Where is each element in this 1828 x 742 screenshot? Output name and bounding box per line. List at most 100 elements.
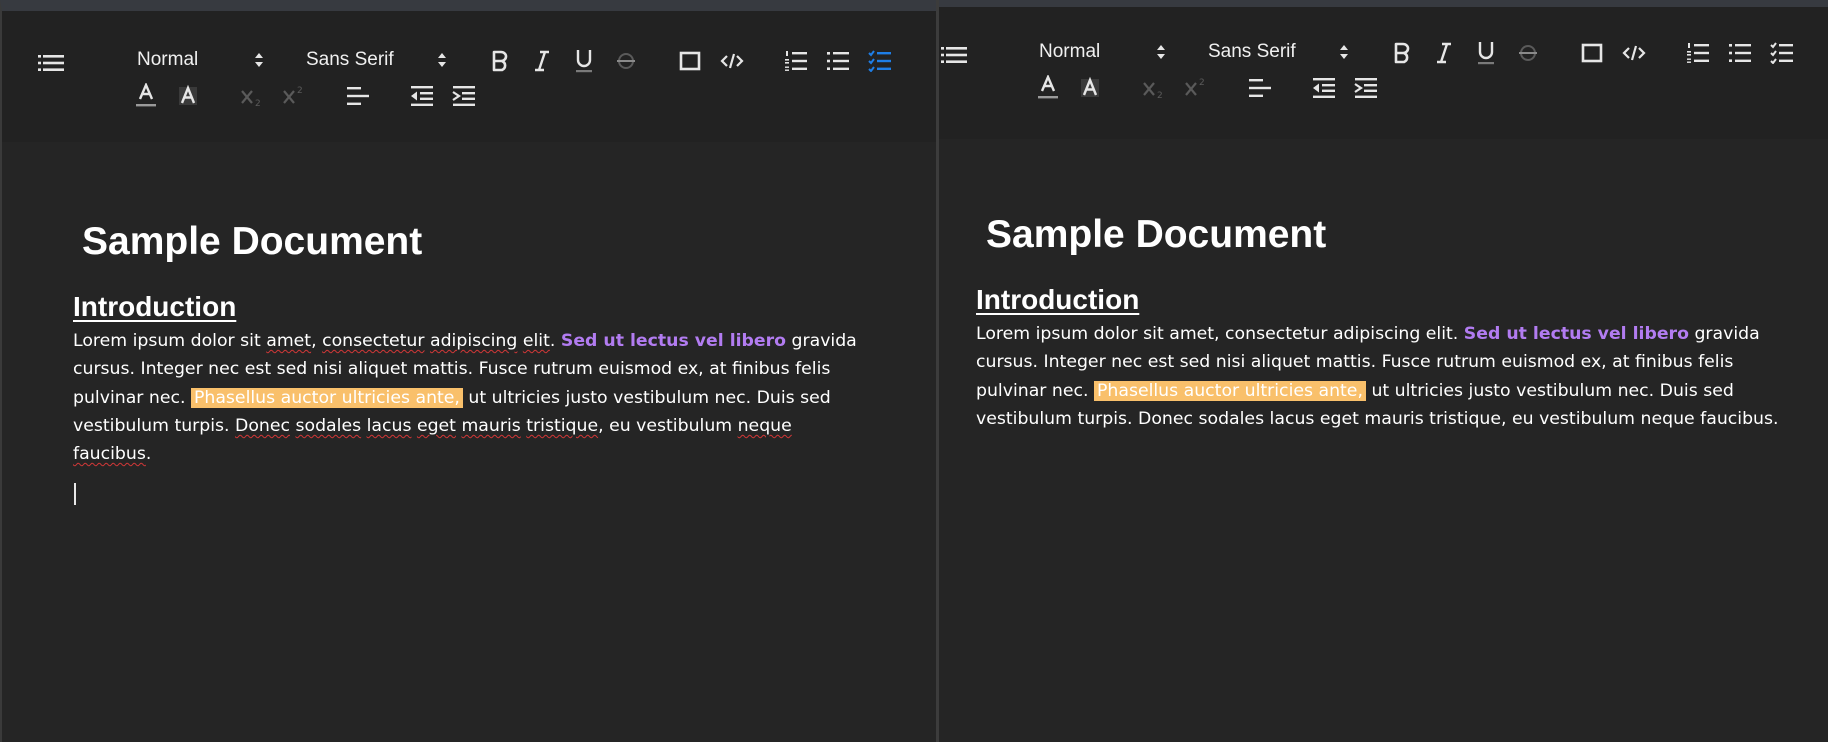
strikethrough-button[interactable] bbox=[1514, 38, 1542, 68]
select-caret-icon bbox=[1340, 45, 1348, 59]
text-color-button[interactable] bbox=[1034, 73, 1062, 103]
bold-icon bbox=[1394, 42, 1410, 64]
text-color-icon bbox=[136, 83, 156, 107]
bullet-list-icon bbox=[1729, 44, 1751, 62]
outdent-icon bbox=[411, 86, 433, 106]
purple-text: Sed ut lectus vel libero bbox=[560, 331, 787, 351]
italic-icon bbox=[1437, 42, 1451, 64]
highlight-icon bbox=[1081, 76, 1099, 97]
strikethrough-button[interactable] bbox=[612, 46, 640, 76]
indent-button[interactable] bbox=[450, 81, 478, 111]
box-button[interactable] bbox=[676, 46, 704, 76]
font-family-select[interactable]: Sans Serif bbox=[306, 46, 447, 74]
document-title: Sample Document bbox=[986, 213, 1327, 256]
paragraph: Lorem ipsum dolor sit amet, consectetur … bbox=[73, 331, 857, 465]
editor-toolbar: Normal Sans Serif 2 2 bbox=[2, 11, 936, 142]
ordered-list-button[interactable] bbox=[782, 46, 810, 76]
editor-pane-right: Normal Sans Serif 2 2 Sample Document In… bbox=[939, 0, 1828, 742]
outdent-button[interactable] bbox=[408, 81, 436, 111]
code-icon bbox=[720, 53, 744, 69]
ordered-list-icon bbox=[1687, 43, 1709, 63]
text-color-button[interactable] bbox=[132, 81, 160, 111]
font-family-value: Sans Serif bbox=[1208, 41, 1296, 62]
highlighted-text: Phasellus auctor ultricies ante, bbox=[190, 387, 463, 408]
square-icon bbox=[1581, 43, 1603, 63]
section-heading: Introduction bbox=[73, 291, 237, 322]
highlight-color-button[interactable] bbox=[174, 81, 202, 111]
document-body[interactable]: Sample Document Introduction Lorem ipsum… bbox=[2, 142, 936, 742]
underline-button[interactable] bbox=[1472, 38, 1500, 68]
underline-button[interactable] bbox=[570, 46, 598, 76]
paragraph: Lorem ipsum dolor sit amet, consectetur … bbox=[976, 320, 1796, 433]
highlight-icon bbox=[179, 84, 197, 105]
square-icon bbox=[679, 51, 701, 71]
text-color-icon bbox=[1038, 75, 1058, 99]
outdent-button[interactable] bbox=[1310, 73, 1338, 103]
font-family-select[interactable]: Sans Serif bbox=[1208, 38, 1349, 66]
italic-icon bbox=[535, 50, 549, 72]
document-title: Sample Document bbox=[82, 220, 423, 263]
align-left-icon bbox=[347, 87, 369, 105]
indent-icon bbox=[1354, 78, 1377, 98]
code-button[interactable] bbox=[1620, 38, 1648, 68]
bold-button[interactable] bbox=[486, 46, 514, 76]
highlighted-text: Phasellus auctor ultricies ante, bbox=[1093, 380, 1366, 401]
ordered-list-icon bbox=[785, 51, 807, 71]
align-button[interactable] bbox=[1246, 73, 1274, 103]
select-caret-icon bbox=[438, 53, 446, 67]
editor-pane-left: Normal Sans Serif 2 2 Sample Document In… bbox=[0, 0, 936, 742]
strikethrough-icon bbox=[1519, 45, 1537, 61]
highlight-color-button[interactable] bbox=[1076, 73, 1104, 103]
superscript-icon: 2 bbox=[283, 86, 303, 104]
paragraph-style-value: Normal bbox=[1039, 41, 1101, 62]
subscript-button[interactable]: 2 bbox=[238, 81, 266, 111]
indent-icon bbox=[452, 86, 475, 106]
italic-button[interactable] bbox=[1430, 38, 1458, 68]
list-outline-icon bbox=[941, 47, 967, 63]
text-part-1: Lorem ipsum dolor sit amet, consectetur … bbox=[976, 324, 1459, 344]
code-icon bbox=[1622, 45, 1646, 61]
superscript-button[interactable]: 2 bbox=[280, 81, 308, 111]
superscript-button[interactable]: 2 bbox=[1182, 73, 1210, 103]
paragraph-style-select[interactable]: Normal bbox=[137, 46, 264, 74]
check-list-icon bbox=[868, 50, 891, 72]
superscript-icon: 2 bbox=[1185, 78, 1205, 96]
select-caret-icon bbox=[255, 53, 263, 67]
editor-toolbar: Normal Sans Serif 2 2 bbox=[939, 7, 1828, 139]
underline-icon bbox=[1478, 42, 1494, 65]
paragraph-style-value: Normal bbox=[137, 49, 199, 70]
box-button[interactable] bbox=[1578, 38, 1606, 68]
check-list-button[interactable] bbox=[1768, 38, 1796, 68]
bullet-list-icon bbox=[827, 52, 849, 70]
svg-text:2: 2 bbox=[1199, 78, 1205, 88]
svg-text:2: 2 bbox=[297, 86, 303, 96]
strikethrough-icon bbox=[617, 53, 635, 69]
list-outline-icon bbox=[38, 55, 64, 71]
outdent-icon bbox=[1313, 78, 1335, 98]
font-family-value: Sans Serif bbox=[306, 49, 394, 70]
align-left-icon bbox=[1249, 79, 1271, 97]
check-list-icon bbox=[1770, 42, 1793, 64]
document-body[interactable]: Sample Document Introduction Lorem ipsum… bbox=[939, 138, 1828, 742]
purple-text: Sed ut lectus vel libero bbox=[1463, 324, 1689, 344]
paragraph-style-select[interactable]: Normal bbox=[1039, 38, 1166, 66]
outline-toggle-button[interactable] bbox=[36, 48, 66, 78]
text-cursor bbox=[74, 483, 76, 505]
select-caret-icon bbox=[1157, 45, 1165, 59]
subscript-icon: 2 bbox=[241, 90, 261, 108]
check-list-button[interactable] bbox=[866, 46, 894, 76]
align-button[interactable] bbox=[344, 81, 372, 111]
italic-button[interactable] bbox=[528, 46, 556, 76]
subscript-button[interactable]: 2 bbox=[1140, 73, 1168, 103]
bold-button[interactable] bbox=[1388, 38, 1416, 68]
svg-text:2: 2 bbox=[1157, 91, 1163, 100]
bold-icon bbox=[492, 50, 508, 72]
indent-button[interactable] bbox=[1352, 73, 1380, 103]
bullet-list-button[interactable] bbox=[824, 46, 852, 76]
bullet-list-button[interactable] bbox=[1726, 38, 1754, 68]
svg-text:2: 2 bbox=[255, 99, 261, 108]
section-heading: Introduction bbox=[976, 284, 1140, 315]
ordered-list-button[interactable] bbox=[1684, 38, 1712, 68]
code-button[interactable] bbox=[718, 46, 746, 76]
outline-toggle-button[interactable] bbox=[939, 40, 969, 70]
